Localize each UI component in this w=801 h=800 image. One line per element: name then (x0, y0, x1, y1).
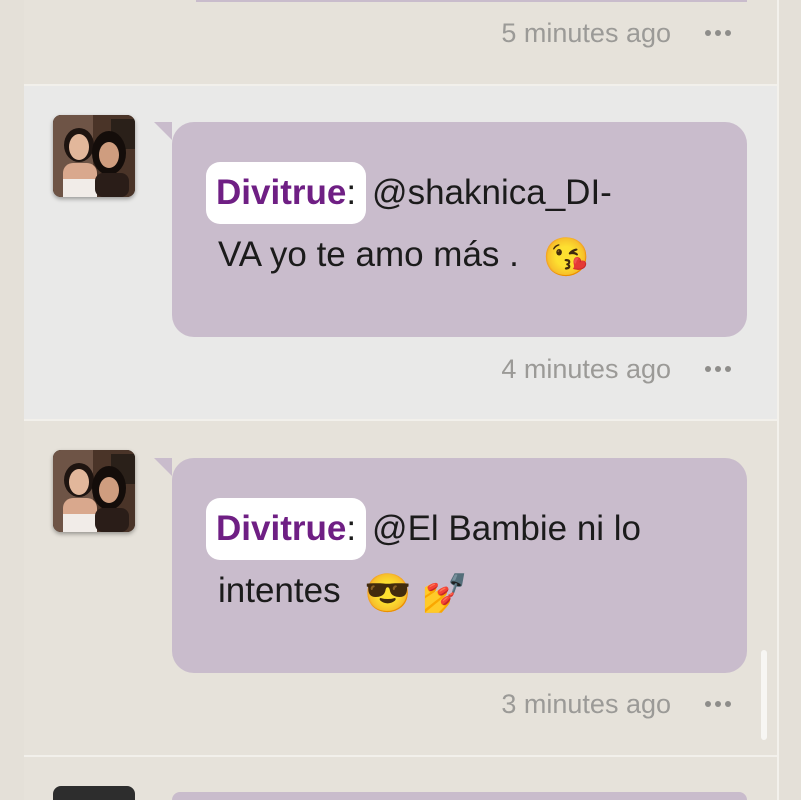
author-name[interactable]: Divitrue (216, 173, 346, 212)
more-options-icon[interactable] (705, 694, 731, 714)
message-text-line2: VA yo te amo más . (218, 235, 519, 274)
right-margin (777, 0, 801, 800)
timestamp: 3 minutes ago (501, 689, 671, 719)
left-margin (0, 0, 24, 800)
timestamp: 5 minutes ago (501, 18, 671, 48)
message-list[interactable]: 5 minutes ago Divitrue: @shaknica_DI- VA… (24, 0, 777, 800)
more-options-icon[interactable] (705, 23, 731, 43)
author-chip[interactable]: Divitrue: (206, 162, 367, 224)
message-text: Divitrue: @El Bambie ni lo intentes 😎 💅 (206, 498, 717, 625)
avatar[interactable] (53, 115, 135, 197)
message-bubble-edge (196, 0, 747, 2)
author-chip[interactable]: Divitrue: (206, 498, 367, 560)
message-meta: 4 minutes ago (24, 349, 777, 389)
message-text-line1: @El Bambie ni lo (372, 509, 642, 548)
kiss-emoji-icon: 😘 (542, 237, 590, 279)
message-item[interactable]: Divitrue: @shaknica_DI- VA yo te amo más … (24, 86, 777, 419)
message-item[interactable]: Divitrue: @El Bambie ni lo intentes 😎 💅 3… (24, 421, 777, 755)
message-meta: 3 minutes ago (24, 684, 777, 724)
chat-page: 5 minutes ago Divitrue: @shaknica_DI- VA… (0, 0, 801, 800)
message-bubble (172, 792, 747, 800)
sunglasses-emoji-icon: 😎 (364, 573, 412, 615)
scrollbar[interactable] (761, 650, 767, 740)
author-name[interactable]: Divitrue (216, 509, 346, 548)
author-colon: : (346, 509, 357, 548)
message-text: Divitrue: @shaknica_DI- VA yo te amo más … (206, 162, 717, 289)
avatar[interactable] (53, 786, 135, 800)
more-options-icon[interactable] (705, 359, 731, 379)
avatar[interactable] (53, 450, 135, 532)
message-text-line1: @shaknica_DI- (372, 173, 612, 212)
message-bubble: Divitrue: @El Bambie ni lo intentes 😎 💅 (154, 458, 747, 673)
message-text-line2: intentes (218, 571, 341, 610)
nail-polish-emoji-icon: 💅 (421, 573, 469, 615)
timestamp: 4 minutes ago (501, 354, 671, 384)
message-bubble: Divitrue: @shaknica_DI- VA yo te amo más … (154, 122, 747, 337)
message-meta: 5 minutes ago (24, 13, 777, 53)
author-colon: : (346, 173, 357, 212)
message-item: 5 minutes ago (24, 0, 777, 84)
